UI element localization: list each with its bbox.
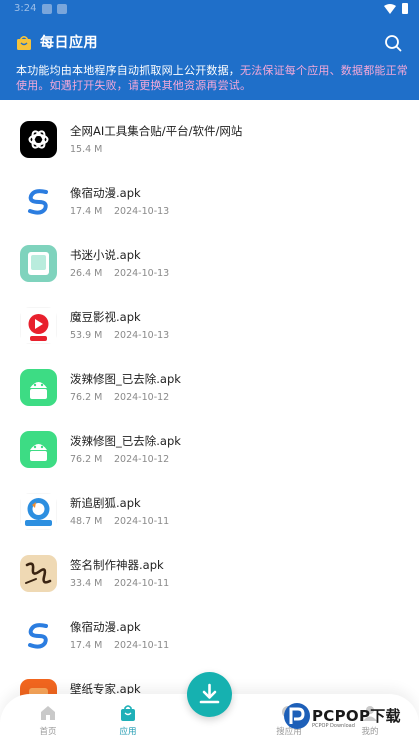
battery-icon	[402, 3, 408, 14]
list-item[interactable]: 书迷小说.apk 26.4 M 2024-10-13	[0, 232, 419, 294]
app-size: 17.4 M	[70, 640, 103, 651]
list-item[interactable]: 全网AI工具集合贴/平台/软件/网站 15.4 M	[0, 108, 419, 170]
nav-apps[interactable]: 应用	[98, 704, 158, 737]
app-name: 像宿动漫.apk	[70, 186, 141, 200]
app-date: 2024-10-12	[114, 392, 170, 403]
list-item[interactable]: 泼辣修图_已去除.apk 76.2 M 2024-10-12	[0, 418, 419, 480]
status-bar: 3:24	[0, 0, 419, 18]
app-size: 26.4 M	[70, 268, 103, 279]
book-icon	[20, 245, 57, 282]
notice-main: 本功能均由本地程序自动抓取网上公开数据，	[16, 64, 240, 77]
openai-icon	[20, 121, 57, 158]
app-size: 76.2 M	[70, 392, 103, 403]
list-item[interactable]: 签名制作神器.apk 33.4 M 2024-10-11	[0, 542, 419, 604]
pcpop-logo-icon	[284, 703, 310, 729]
app-name: 像宿动漫.apk	[70, 620, 141, 634]
home-icon	[41, 706, 55, 720]
page-title: 每日应用	[40, 35, 98, 51]
watermark-subtext: PCPOP Download	[312, 723, 355, 729]
status-time: 3:24	[14, 3, 37, 14]
app-size: 17.4 M	[70, 206, 103, 217]
s-logo-icon	[20, 617, 57, 654]
signature-icon	[20, 555, 57, 592]
list-item[interactable]: 像宿动漫.apk 17.4 M 2024-10-11	[0, 604, 419, 666]
app-size: 48.7 M	[70, 516, 103, 527]
shopping-bag-icon	[17, 35, 31, 50]
android-icon	[20, 431, 57, 468]
nav-label: 首页	[39, 727, 57, 737]
wifi-icon	[384, 4, 396, 14]
app-date: 2024-10-13	[114, 330, 170, 341]
play-icon	[20, 307, 57, 344]
app-date: 2024-10-12	[114, 454, 170, 465]
notification-icon	[42, 4, 52, 14]
download-icon	[199, 683, 220, 704]
app-header: 每日应用 本功能均由本地程序自动抓取网上公开数据，无法保证每个应用、数据都能正常…	[0, 18, 419, 100]
app-size: 53.9 M	[70, 330, 103, 341]
app-date: 2024-10-11	[114, 516, 170, 527]
watermark: PCPOP下载 PCPOP Download	[282, 701, 412, 733]
bag-icon	[121, 705, 135, 721]
search-icon[interactable]	[384, 34, 402, 52]
app-date: 2024-10-11	[114, 578, 170, 589]
notification-icon	[57, 4, 67, 14]
app-date: 2024-10-13	[114, 206, 170, 217]
app-name: 全网AI工具集合贴/平台/软件/网站	[70, 124, 243, 138]
nav-home[interactable]: 首页	[18, 704, 78, 737]
android-icon	[20, 369, 57, 406]
app-name: 签名制作神器.apk	[70, 558, 164, 572]
app-name: 魔豆影视.apk	[70, 310, 141, 324]
notice-text: 本功能均由本地程序自动抓取网上公开数据，无法保证每个应用、数据都能正常 使用。如…	[16, 63, 411, 93]
app-name: 泼辣修图_已去除.apk	[70, 434, 181, 448]
app-name: 泼辣修图_已去除.apk	[70, 372, 181, 386]
notice-warning: 无法保证每个应用、数据都能正常	[240, 64, 408, 77]
app-size: 33.4 M	[70, 578, 103, 589]
app-size: 15.4 M	[70, 144, 103, 155]
list-item[interactable]: 新追剧狐.apk 48.7 M 2024-10-11	[0, 480, 419, 542]
app-name: 新追剧狐.apk	[70, 496, 141, 510]
list-item[interactable]: 像宿动漫.apk 17.4 M 2024-10-13	[0, 170, 419, 232]
s-logo-icon	[20, 183, 57, 220]
nav-label: 应用	[119, 727, 137, 737]
notice-warning-2: 使用。如遇打开失败，请更换其他资源再尝试。	[16, 79, 252, 92]
list-item[interactable]: 魔豆影视.apk 53.9 M 2024-10-13	[0, 294, 419, 356]
download-button[interactable]	[187, 672, 232, 717]
app-date: 2024-10-13	[114, 268, 170, 279]
fox-icon	[20, 493, 57, 530]
list-item[interactable]: 泼辣修图_已去除.apk 76.2 M 2024-10-12	[0, 356, 419, 418]
app-size: 76.2 M	[70, 454, 103, 465]
app-name: 书迷小说.apk	[70, 248, 141, 262]
app-date: 2024-10-11	[114, 640, 170, 651]
